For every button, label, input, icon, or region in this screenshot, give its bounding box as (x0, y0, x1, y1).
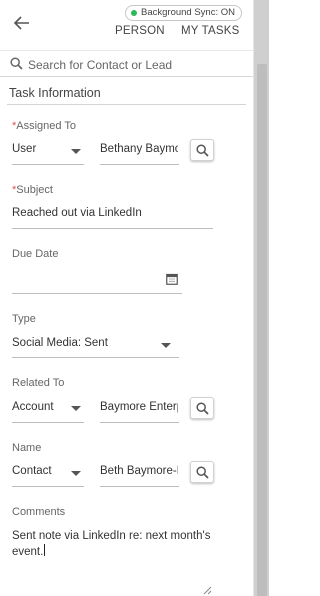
search-bar (0, 50, 253, 77)
search-icon (196, 402, 209, 415)
comments-value: Sent note via LinkedIn re: next month's … (12, 530, 211, 558)
chevron-down-icon (161, 343, 171, 348)
due-date-label: Due Date (12, 248, 59, 260)
assigned-to-label: *Assigned To (12, 120, 76, 132)
field-underline (12, 422, 84, 423)
subject-value: Reached out via LinkedIn (12, 207, 142, 219)
field-underline (100, 164, 179, 165)
name-label: Name (12, 442, 42, 454)
text-cursor (44, 544, 46, 556)
search-icon (196, 466, 209, 479)
field-underline (100, 422, 179, 423)
scrollbar-thumb[interactable] (257, 64, 267, 596)
resize-handle-icon[interactable] (202, 585, 212, 595)
field-underline (12, 486, 84, 487)
field-underline (12, 228, 213, 229)
search-icon (196, 144, 209, 157)
calendar-icon[interactable] (166, 273, 178, 285)
search-input[interactable] (28, 56, 243, 74)
tab-person[interactable]: PERSON (115, 25, 165, 37)
chevron-down-icon (71, 406, 81, 411)
related-to-type-value: Account (12, 401, 54, 413)
sync-status-text: Background Sync: ON (141, 7, 235, 18)
name-lookup-button[interactable] (190, 461, 214, 483)
assigned-to-lookup-button[interactable] (190, 139, 214, 161)
sync-status-badge: Background Sync: ON (125, 5, 242, 21)
subject-label-text: Subject (16, 184, 53, 196)
related-to-lookup-value: Baymore Enterprises (100, 401, 178, 413)
subject-label: *Subject (12, 184, 53, 196)
tab-my-tasks[interactable]: MY TASKS (181, 25, 239, 37)
back-button[interactable] (11, 12, 33, 34)
type-value: Social Media: Sent (12, 337, 108, 349)
chevron-down-icon (71, 149, 81, 154)
field-underline (12, 164, 84, 165)
field-underline (12, 293, 182, 294)
assigned-to-type-value: User (12, 143, 37, 155)
assigned-to-lookup-value: Bethany Baymore (100, 143, 178, 155)
field-underline (100, 486, 179, 487)
name-type-value: Contact (12, 465, 52, 477)
related-to-label: Related To (12, 377, 65, 389)
section-divider (7, 104, 246, 105)
related-to-lookup-button[interactable] (190, 397, 214, 419)
section-title: Task Information (9, 86, 101, 100)
type-label: Type (12, 313, 36, 325)
search-icon (10, 57, 23, 70)
chevron-down-icon (71, 471, 81, 476)
comments-label: Comments (12, 506, 66, 518)
comments-textarea[interactable]: Sent note via LinkedIn re: next month's … (12, 529, 217, 560)
scrollbar[interactable] (253, 0, 269, 596)
arrow-left-icon (13, 16, 29, 30)
assigned-to-label-text: Assigned To (16, 120, 77, 132)
field-underline (12, 357, 179, 358)
sync-status-dot (131, 10, 137, 16)
name-lookup-value: Beth Baymore-Davis (100, 465, 178, 477)
